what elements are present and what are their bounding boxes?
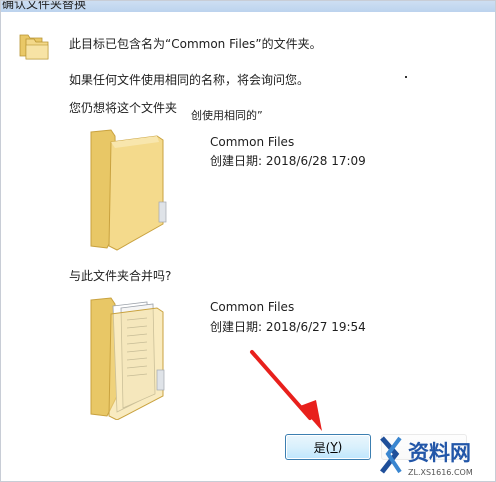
watermark-logo: 资料网 ZL.XS1616.COM: [378, 432, 496, 482]
yes-button[interactable]: 是(Y): [285, 434, 371, 460]
yes-button-accesskey: Y: [330, 440, 338, 454]
red-arrow-annotation: [250, 350, 322, 431]
watermark-text: 资料网: [408, 441, 471, 465]
yes-button-prefix: 是(: [313, 440, 331, 455]
yes-button-suffix: ): [337, 440, 343, 454]
watermark-url: ZL.XS1616.COM: [408, 468, 473, 477]
